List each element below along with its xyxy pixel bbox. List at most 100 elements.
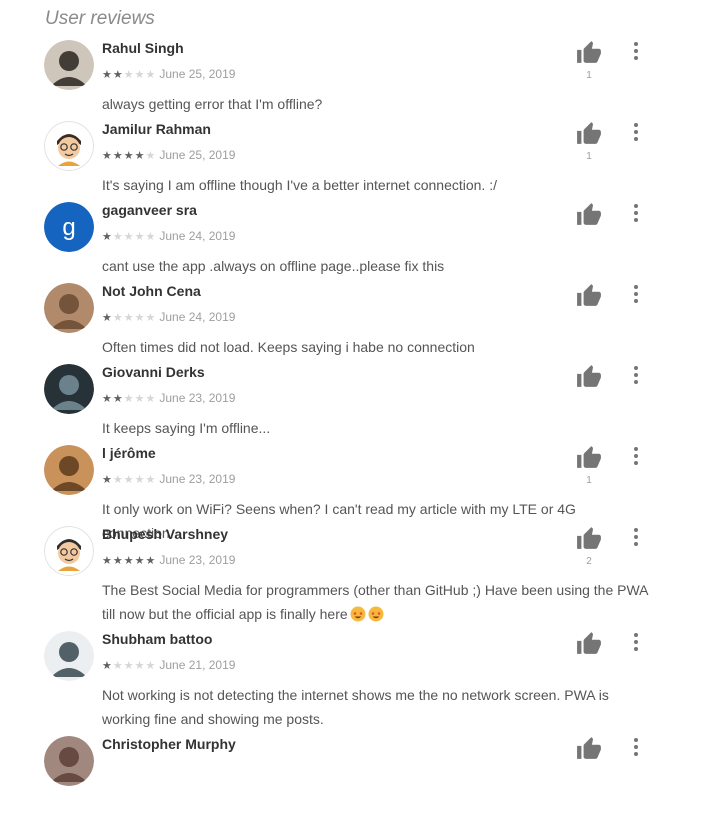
review-author: gaganveer sra bbox=[102, 202, 197, 218]
rating-row: ★★★★★ June 24, 2019 bbox=[102, 227, 236, 243]
avatar bbox=[44, 526, 94, 576]
review-date: June 25, 2019 bbox=[159, 67, 236, 81]
review-text: It keeps saying I'm offline... bbox=[102, 420, 271, 436]
star-icon: ★ bbox=[123, 150, 134, 162]
thumb-up-icon bbox=[577, 632, 601, 654]
star-icon: ★ bbox=[112, 474, 123, 486]
star-icon: ★ bbox=[123, 660, 134, 672]
star-icon: ★ bbox=[134, 393, 145, 405]
helpful-button[interactable] bbox=[576, 40, 602, 64]
review-date: June 24, 2019 bbox=[159, 310, 236, 324]
more-vert-icon bbox=[634, 447, 638, 465]
star-icon: ★ bbox=[145, 393, 156, 405]
review-text: It's saying I am offline though I've a b… bbox=[102, 177, 497, 193]
star-icon: ★ bbox=[134, 150, 145, 162]
helpful-button[interactable] bbox=[576, 445, 602, 469]
more-options-button[interactable] bbox=[628, 364, 644, 386]
avatar-letter: g bbox=[62, 214, 75, 241]
star-icon: ★ bbox=[102, 660, 112, 672]
more-vert-icon bbox=[634, 42, 638, 60]
star-rating: ★★★★★ bbox=[102, 470, 156, 488]
helpful-button[interactable] bbox=[576, 526, 602, 550]
star-icon: ★ bbox=[123, 231, 134, 243]
more-options-button[interactable] bbox=[628, 736, 644, 758]
more-vert-icon bbox=[634, 204, 638, 222]
star-icon: ★ bbox=[145, 69, 156, 81]
rating-row: ★★★★★ June 24, 2019 bbox=[102, 308, 236, 324]
star-struck-emoji-icon bbox=[350, 606, 366, 622]
review-date: June 21, 2019 bbox=[159, 658, 236, 672]
helpful-button[interactable] bbox=[576, 631, 602, 655]
thumb-up-icon bbox=[577, 527, 601, 549]
review-text: Often times did not load. Keeps saying i… bbox=[102, 339, 475, 355]
star-icon: ★ bbox=[112, 393, 123, 405]
star-icon: ★ bbox=[102, 393, 112, 405]
thumb-up-icon bbox=[577, 41, 601, 63]
star-rating: ★★★★★ bbox=[102, 146, 156, 164]
helpful-button[interactable] bbox=[576, 736, 602, 760]
star-icon: ★ bbox=[112, 150, 123, 162]
review-item: Bhupesh Varshney ★★★★★ June 23, 2019 The Be… bbox=[0, 526, 707, 626]
more-options-button[interactable] bbox=[628, 202, 644, 224]
star-icon: ★ bbox=[112, 231, 123, 243]
star-rating: ★★★★★ bbox=[102, 389, 156, 407]
star-rating: ★★★★★ bbox=[102, 65, 156, 83]
more-vert-icon bbox=[634, 738, 638, 756]
star-icon: ★ bbox=[112, 555, 123, 567]
star-icon: ★ bbox=[145, 150, 156, 162]
rating-row: ★★★★★ June 25, 2019 bbox=[102, 146, 235, 162]
more-options-button[interactable] bbox=[628, 40, 644, 62]
avatar bbox=[44, 283, 94, 333]
star-icon: ★ bbox=[134, 660, 145, 672]
star-icon: ★ bbox=[134, 231, 145, 243]
helpful-button[interactable] bbox=[576, 283, 602, 307]
review-author: Shubham battoo bbox=[102, 631, 213, 647]
star-icon: ★ bbox=[123, 474, 134, 486]
review-text: The Best Social Media for programmers (o… bbox=[102, 582, 648, 622]
review-date: June 23, 2019 bbox=[159, 391, 236, 405]
helpful-button[interactable] bbox=[576, 364, 602, 388]
star-icon: ★ bbox=[102, 474, 112, 486]
more-vert-icon bbox=[634, 285, 638, 303]
section-title: User reviews bbox=[45, 8, 155, 29]
review-author: Bhupesh Varshney bbox=[102, 526, 229, 542]
star-icon: ★ bbox=[123, 69, 134, 81]
thumb-up-icon bbox=[577, 203, 601, 225]
helpful-button[interactable] bbox=[576, 202, 602, 226]
more-options-button[interactable] bbox=[628, 526, 644, 548]
thumb-up-icon bbox=[577, 737, 601, 759]
more-options-button[interactable] bbox=[628, 445, 644, 467]
star-icon: ★ bbox=[145, 312, 156, 324]
star-icon: ★ bbox=[123, 312, 134, 324]
rating-row: ★★★★★ June 23, 2019 bbox=[102, 551, 235, 567]
helpful-count: 1 bbox=[586, 475, 592, 486]
more-options-button[interactable] bbox=[628, 121, 644, 143]
star-icon: ★ bbox=[134, 312, 145, 324]
review-date: June 24, 2019 bbox=[159, 229, 236, 243]
thumb-up-icon bbox=[577, 284, 601, 306]
thumb-up-icon bbox=[577, 122, 601, 144]
star-icon: ★ bbox=[112, 69, 123, 81]
rating-row: ★★★★★ June 23, 2019 bbox=[102, 389, 236, 405]
more-options-button[interactable] bbox=[628, 283, 644, 305]
star-icon: ★ bbox=[145, 660, 156, 672]
helpful-button[interactable] bbox=[576, 121, 602, 145]
star-struck-emoji-icon bbox=[368, 606, 384, 622]
avatar: g bbox=[44, 202, 94, 252]
star-icon: ★ bbox=[102, 69, 112, 81]
thumb-up-icon bbox=[577, 446, 601, 468]
more-vert-icon bbox=[634, 123, 638, 141]
review-author: Giovanni Derks bbox=[102, 364, 205, 380]
avatar bbox=[44, 736, 94, 786]
star-rating: ★★★★★ bbox=[102, 551, 156, 569]
more-options-button[interactable] bbox=[628, 631, 644, 653]
star-icon: ★ bbox=[134, 474, 145, 486]
avatar bbox=[44, 445, 94, 495]
review-date: June 23, 2019 bbox=[159, 472, 236, 486]
avatar bbox=[44, 40, 94, 90]
star-rating: ★★★★★ bbox=[102, 227, 156, 245]
star-icon: ★ bbox=[134, 69, 145, 81]
avatar bbox=[44, 631, 94, 681]
star-icon: ★ bbox=[145, 231, 156, 243]
review-author: Rahul Singh bbox=[102, 40, 184, 56]
